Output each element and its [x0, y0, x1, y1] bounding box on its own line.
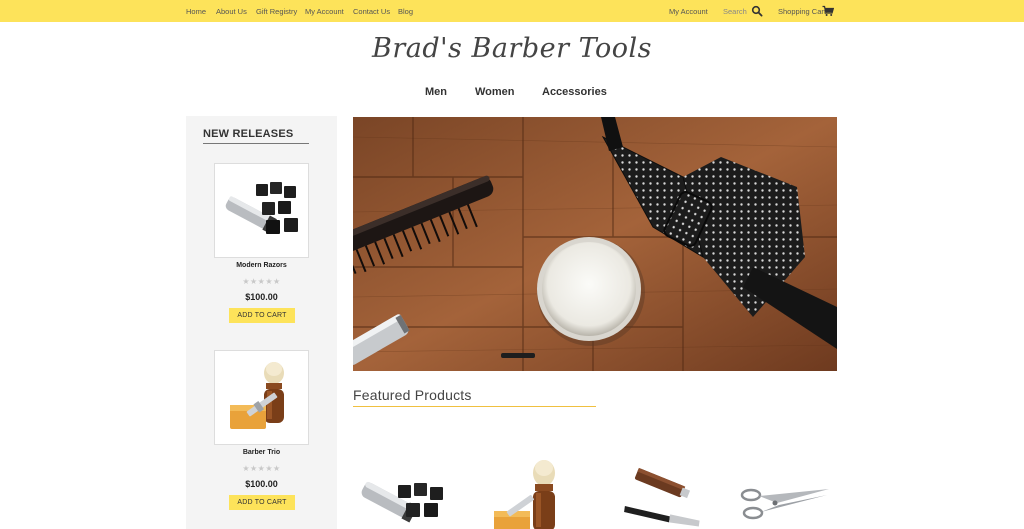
featured-title-divider	[353, 406, 596, 407]
sidebar-title-divider	[203, 143, 309, 144]
site-logo[interactable]: Brad's Barber Tools	[0, 33, 1024, 64]
product-name[interactable]: Modern Razors	[186, 262, 337, 269]
top-link-gift-registry[interactable]: Gift Registry	[256, 7, 297, 16]
top-link-home[interactable]: Home	[186, 7, 206, 16]
product-name[interactable]: Barber Trio	[186, 449, 337, 456]
add-to-cart-button[interactable]: ADD TO CART	[229, 495, 295, 510]
sidebar-title: NEW RELEASES	[203, 128, 294, 140]
straight-razor-icon	[624, 467, 700, 527]
featured-products-title: Featured Products	[353, 387, 472, 403]
product-image-barber-trio[interactable]	[214, 350, 309, 445]
cart-icon[interactable]	[822, 5, 834, 17]
product-price: $100.00	[245, 292, 278, 302]
featured-product-barber-scissors[interactable]	[737, 455, 832, 529]
search-label: Search	[723, 7, 747, 16]
shaving-brush-set-icon	[218, 359, 306, 439]
hero-banner-image[interactable]	[353, 117, 837, 371]
nav-item-men[interactable]: Men	[425, 86, 447, 98]
nav-item-women[interactable]: Women	[475, 86, 515, 98]
account-link[interactable]: My Account	[669, 7, 708, 16]
featured-product-clipper-set[interactable]	[358, 455, 453, 529]
top-link-blog[interactable]: Blog	[398, 7, 413, 16]
top-link-contact-us[interactable]: Contact Us	[353, 7, 390, 16]
shopping-cart-link[interactable]: Shopping Cart	[778, 7, 826, 16]
clipper-set-icon	[218, 172, 306, 248]
top-link-my-account[interactable]: My Account	[305, 7, 344, 16]
top-link-about-us[interactable]: About Us	[216, 7, 247, 16]
shaving-brush-set-icon	[494, 460, 555, 529]
nav-item-accessories[interactable]: Accessories	[542, 86, 607, 98]
clipper-set-icon	[361, 481, 443, 523]
rating-stars: ★★★★★	[242, 277, 281, 286]
featured-product-straight-razor[interactable]	[620, 455, 705, 529]
featured-product-shaving-brush-set[interactable]	[492, 455, 567, 529]
product-image-modern-razors[interactable]	[214, 163, 309, 258]
sidebar-new-releases: NEW RELEASES Modern Razors ★★★★★ $100.00…	[186, 116, 337, 529]
scissors-icon	[740, 488, 829, 520]
search-icon[interactable]	[751, 5, 763, 17]
rating-stars: ★★★★★	[242, 464, 281, 473]
top-bar: Home About Us Gift Registry My Account C…	[0, 0, 1024, 22]
product-price: $100.00	[245, 479, 278, 489]
add-to-cart-button[interactable]: ADD TO CART	[229, 308, 295, 323]
